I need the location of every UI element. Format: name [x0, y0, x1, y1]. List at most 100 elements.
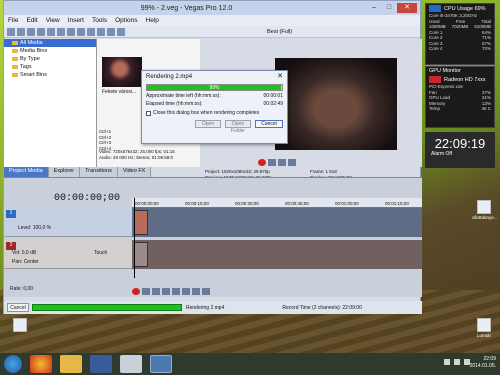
- playback-rate[interactable]: Rate: 0,00: [10, 286, 33, 292]
- window-title: 99% - 2.veg - Vegas Pro 12.0: [140, 4, 233, 12]
- tree-item-media-bins[interactable]: Media Bins: [4, 47, 96, 55]
- stop-icon[interactable]: [288, 159, 296, 166]
- close-button[interactable]: ✕: [397, 3, 417, 13]
- undo-icon[interactable]: [87, 27, 95, 36]
- tab-explorer[interactable]: Explorer: [48, 167, 81, 177]
- clock-time: 22:09:19: [434, 136, 486, 151]
- save-app-icon[interactable]: [90, 355, 112, 373]
- paste-icon[interactable]: [77, 27, 85, 36]
- properties-icon[interactable]: [37, 27, 45, 36]
- audio-vol[interactable]: Vol: 0,0 dB: [12, 250, 36, 256]
- desktop-icon-document[interactable]: [8, 318, 32, 333]
- desktop-icon-folder[interactable]: ollottdenye...: [472, 200, 498, 220]
- tree-item-by-type[interactable]: By Type: [4, 55, 96, 63]
- record-icon[interactable]: [258, 159, 266, 166]
- loop-icon[interactable]: [142, 288, 150, 295]
- preview-quality[interactable]: Best (Full): [267, 29, 292, 35]
- render-icon[interactable]: [47, 27, 55, 36]
- open-button[interactable]: Open: [195, 120, 221, 128]
- intel-logo-icon: [429, 5, 441, 12]
- status-bar: Cancel Rendering 2.mp4 Record Time (2 ch…: [4, 301, 422, 314]
- tab-transitions[interactable]: Transitions: [80, 167, 118, 177]
- cancel-button[interactable]: Cancel: [255, 120, 283, 128]
- play-icon[interactable]: [268, 159, 276, 166]
- folder-icon: [477, 200, 491, 214]
- video-clip[interactable]: [134, 210, 148, 235]
- menu-options[interactable]: Options: [115, 17, 137, 24]
- close-when-complete-checkbox[interactable]: Close this dialog box when rendering com…: [146, 110, 283, 116]
- video-level[interactable]: Level: 100,0 %: [18, 225, 51, 231]
- open-folder-button[interactable]: Open Folder: [225, 120, 251, 134]
- menu-help[interactable]: Help: [146, 17, 159, 24]
- dialog-close-icon[interactable]: ✕: [275, 73, 285, 81]
- tree-item-tags[interactable]: Tags: [4, 63, 96, 71]
- snap-icon[interactable]: [107, 27, 115, 36]
- save-icon[interactable]: [27, 27, 35, 36]
- grid-app-icon[interactable]: [120, 355, 142, 373]
- title-bar[interactable]: 99% - 2.veg - Vegas Pro 12.0 – □ ✕: [4, 1, 420, 15]
- gpu-model: Radeon HD 7xxx: [444, 76, 486, 83]
- start-button[interactable]: [4, 355, 22, 373]
- menu-bar: File Edit View Insert Tools Options Help: [4, 15, 420, 26]
- ruler-tick: 00:00:00;00: [135, 201, 159, 206]
- audio-clip[interactable]: [134, 242, 148, 267]
- audio-track-header[interactable]: 2 Vol: 0,0 dB Pan: Center Touch: [4, 240, 132, 269]
- audio-track-lane[interactable]: [132, 240, 422, 269]
- tray-network-icon[interactable]: [454, 359, 460, 365]
- copy-icon[interactable]: [67, 27, 75, 36]
- open-icon[interactable]: [17, 27, 25, 36]
- video-track-header[interactable]: 1 Level: 100,0 %: [4, 208, 132, 237]
- go-to-end-icon[interactable]: [202, 288, 210, 295]
- desktop-icon-recycle-bin[interactable]: Lomtár: [472, 318, 496, 338]
- tree-item-all-media[interactable]: All Media: [4, 39, 96, 47]
- cpu-usage-gadget[interactable]: CPU Usage 69% Core i5-3470K 3,20GHz Used…: [425, 3, 495, 65]
- stop-icon[interactable]: [182, 288, 190, 295]
- redo-icon[interactable]: [97, 27, 105, 36]
- menu-tools[interactable]: Tools: [92, 17, 107, 24]
- dialog-buttons: Open Open Folder Cancel: [142, 118, 287, 134]
- recycle-bin-icon: [477, 318, 491, 332]
- menu-insert[interactable]: Insert: [68, 17, 84, 24]
- minimize-button[interactable]: –: [367, 3, 381, 13]
- window-tabs: Project Media Explorer Transitions Video…: [4, 167, 200, 177]
- tree-item-smart-bins[interactable]: Smart Bins: [4, 71, 96, 79]
- clock-gadget[interactable]: 22:09:19 Alarm Off: [425, 132, 495, 168]
- status-cancel-button[interactable]: Cancel: [7, 303, 29, 312]
- ruler-tick: 00:01:15;00: [385, 201, 409, 206]
- record-time-text: Record Time (2 channels): 22:09:00: [282, 304, 362, 311]
- tab-video-fx[interactable]: Video FX: [117, 167, 152, 177]
- cut-icon[interactable]: [57, 27, 65, 36]
- go-to-start-icon[interactable]: [192, 288, 200, 295]
- desktop-icon-label: Lomtár: [476, 333, 491, 338]
- menu-file[interactable]: File: [8, 17, 18, 24]
- media-thumbnail[interactable]: [102, 57, 142, 87]
- maximize-button[interactable]: □: [382, 3, 396, 13]
- audio-pan[interactable]: Pan: Center: [12, 259, 39, 265]
- tab-project-media[interactable]: Project Media: [4, 167, 49, 177]
- gpu-title: GPU Monitor: [429, 68, 461, 74]
- record-icon[interactable]: [132, 288, 140, 295]
- play-from-start-icon[interactable]: [152, 288, 160, 295]
- desktop-icon-label: ollottdenye...: [472, 215, 498, 220]
- checkbox-box[interactable]: [146, 110, 151, 116]
- vegas-taskbar-icon[interactable]: [150, 355, 172, 373]
- tray-clock[interactable]: 22:09 2014.01.05.: [470, 356, 496, 370]
- edit-tool-icon[interactable]: [117, 27, 125, 36]
- explorer-icon[interactable]: [60, 355, 82, 373]
- menu-view[interactable]: View: [46, 17, 60, 24]
- touch-mode[interactable]: Touch: [94, 250, 107, 256]
- chrome-icon[interactable]: [30, 355, 52, 373]
- playhead[interactable]: [134, 198, 135, 278]
- video-track-lane[interactable]: [132, 208, 422, 237]
- new-icon[interactable]: [7, 27, 15, 36]
- render-dialog: Rendering 2.mp4 ✕ 99% Approximate time l…: [141, 70, 288, 144]
- play-icon[interactable]: [162, 288, 170, 295]
- tray-flag-icon[interactable]: [444, 359, 450, 365]
- media-properties: Video: 720x576x32; 25,000 fps; 01:15 Aud…: [99, 149, 175, 160]
- pause-icon[interactable]: [172, 288, 180, 295]
- pause-icon[interactable]: [278, 159, 286, 166]
- menu-edit[interactable]: Edit: [26, 17, 37, 24]
- core-value: 72%: [481, 46, 491, 51]
- gpu-monitor-gadget[interactable]: GPU Monitor Radeon HD 7xxx PCI-Express x…: [425, 66, 495, 128]
- timeline-ruler[interactable]: 00:00:00;00 00:00:15;00 00:00:30;00 00:0…: [132, 198, 422, 208]
